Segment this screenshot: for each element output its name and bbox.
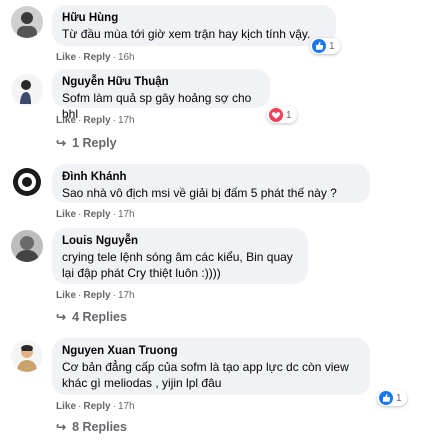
reply-link[interactable]: Reply	[83, 115, 110, 126]
commenter-name[interactable]: Nguyen Xuan Truong	[62, 344, 360, 358]
comment-bubble: Louis Nguyễn crying tele lệnh sóng âm cá…	[52, 228, 308, 284]
replies-count: 8 Replies	[72, 420, 127, 434]
replies-count: 4 Replies	[72, 310, 127, 324]
like-link[interactable]: Like	[56, 401, 76, 412]
reaction-count: 1	[329, 40, 335, 52]
reply-link[interactable]: Reply	[83, 52, 110, 63]
timestamp[interactable]: 17h	[118, 209, 135, 220]
reaction-badge[interactable]: 1	[267, 107, 297, 123]
timestamp[interactable]: 17h	[118, 115, 135, 126]
like-link[interactable]: Like	[56, 52, 76, 63]
comment-bubble: Đình Khánh Sao nhà vô địch msi về giải b…	[52, 164, 370, 203]
comment-text: crying tele lệnh sóng âm các kiểu, Bin q…	[62, 250, 293, 280]
view-replies-button[interactable]: ↪ 8 Replies	[56, 420, 127, 434]
like-icon	[312, 39, 326, 53]
reply-arrow-icon: ↪	[56, 420, 67, 434]
comment-text: Cơ bản đẳng cấp của sofm là tạo app lực …	[62, 360, 349, 390]
view-replies-button[interactable]: ↪ 1 Reply	[56, 136, 117, 150]
reply-link[interactable]: Reply	[83, 290, 110, 301]
reaction-count: 1	[286, 109, 292, 121]
comment-bubble: Nguyen Xuan Truong Cơ bản đẳng cấp của s…	[52, 338, 370, 395]
like-link[interactable]: Like	[56, 290, 76, 301]
avatar[interactable]	[11, 6, 43, 38]
comment-bubble: Hữu Hùng Từ đầu mùa tới giờ xem trận hay…	[52, 5, 336, 46]
comment-actions: Like · Reply · 17h	[56, 209, 135, 220]
comment-actions: Like · Reply · 16h	[56, 52, 135, 63]
comment-text: Từ đầu mùa tới giờ xem trận hay kịch tín…	[62, 27, 311, 41]
avatar[interactable]	[11, 166, 43, 198]
comment-text: Sao nhà vô địch msi về giải bị đấm 5 phá…	[62, 186, 337, 200]
view-replies-button[interactable]: ↪ 4 Replies	[56, 310, 127, 324]
like-link[interactable]: Like	[56, 115, 76, 126]
comment-actions: Like · Reply · 17h	[56, 290, 135, 301]
avatar[interactable]	[11, 230, 43, 262]
timestamp[interactable]: 17h	[118, 290, 135, 301]
commenter-name[interactable]: Đình Khánh	[62, 170, 360, 184]
reaction-count: 1	[396, 392, 402, 404]
reply-link[interactable]: Reply	[83, 209, 110, 220]
comment-actions: Like · Reply · 17h	[56, 115, 135, 126]
like-icon	[379, 391, 393, 405]
commenter-name[interactable]: Louis Nguyễn	[62, 234, 298, 248]
replies-count: 1 Reply	[72, 136, 117, 150]
reply-arrow-icon: ↪	[56, 310, 67, 324]
avatar[interactable]	[11, 340, 43, 372]
reply-link[interactable]: Reply	[83, 401, 110, 412]
avatar[interactable]	[11, 74, 43, 106]
comment-bubble: Nguyễn Hữu Thuận Sofm làm quả sp gây hoả…	[52, 69, 270, 121]
like-link[interactable]: Like	[56, 209, 76, 220]
reaction-badge[interactable]: 1	[310, 38, 340, 54]
reply-arrow-icon: ↪	[56, 136, 67, 150]
timestamp[interactable]: 17h	[118, 401, 135, 412]
timestamp[interactable]: 16h	[118, 52, 135, 63]
comment-actions: Like · Reply · 17h	[56, 401, 135, 412]
reaction-badge[interactable]: 1	[377, 390, 407, 406]
commenter-name[interactable]: Hữu Hùng	[62, 11, 326, 25]
commenter-name[interactable]: Nguyễn Hữu Thuận	[62, 75, 260, 89]
love-icon	[269, 108, 283, 122]
